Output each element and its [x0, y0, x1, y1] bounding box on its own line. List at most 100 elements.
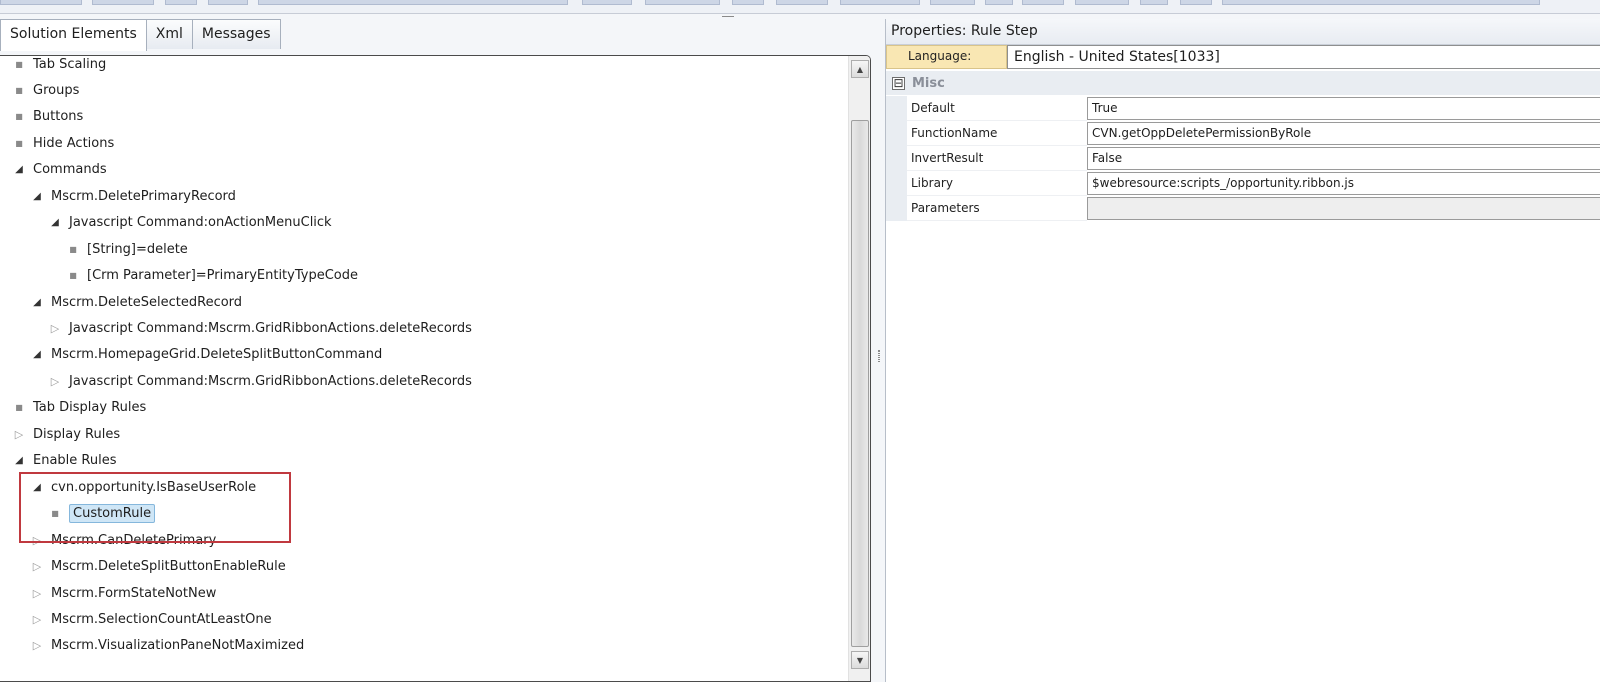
expanded-triangle-icon[interactable]: ◢ — [31, 297, 43, 308]
collapsed-triangle-icon[interactable]: ▷ — [31, 613, 43, 626]
leaf-dot-icon: ■ — [15, 112, 23, 122]
tree-node-label[interactable]: Javascript Command:Mscrm.GridRibbonActio… — [69, 374, 472, 389]
tree-node[interactable]: ◢ Mscrm.DeleteSelectedRecord — [31, 292, 242, 312]
collapsed-triangle-icon[interactable]: ▷ — [13, 428, 25, 441]
expanded-triangle-icon[interactable]: ◢ — [49, 217, 61, 228]
toolbar-segment — [776, 0, 828, 5]
highlight-annotation-box — [19, 472, 291, 543]
tree-node[interactable]: ◢ Javascript Command:onActionMenuClick — [49, 213, 332, 233]
toolbar-segment — [930, 0, 975, 5]
tab-messages[interactable]: Messages — [191, 19, 281, 49]
vertical-splitter-grip[interactable] — [878, 350, 880, 362]
toolbar-segment — [1140, 0, 1168, 5]
top-toolbar-strip — [0, 0, 1600, 14]
tree-node-label[interactable]: Groups — [33, 83, 79, 98]
tree-node[interactable]: ▷ Javascript Command:Mscrm.GridRibbonActi… — [49, 371, 472, 391]
property-gutter — [886, 146, 907, 171]
tab-xml[interactable]: Xml — [145, 19, 193, 49]
tree-node-label[interactable]: Display Rules — [33, 427, 120, 442]
toolbar-segment — [92, 0, 154, 5]
collapsed-triangle-icon[interactable]: ▷ — [31, 587, 43, 600]
tree-node-label[interactable]: [String]=delete — [87, 242, 188, 257]
tree-node-label[interactable]: Mscrm.DeleteSplitButtonEnableRule — [51, 559, 286, 574]
tree-node-label[interactable]: Javascript Command:Mscrm.GridRibbonActio… — [69, 321, 472, 336]
tree-node-label[interactable]: Mscrm.VisualizationPaneNotMaximized — [51, 638, 304, 653]
collapsed-triangle-icon[interactable]: ▷ — [31, 639, 43, 652]
expanded-triangle-icon[interactable]: ◢ — [31, 349, 43, 360]
properties-panel: Properties: Rule Step Language: English … — [885, 19, 1600, 682]
expanded-triangle-icon[interactable]: ◢ — [13, 164, 25, 175]
tree-node[interactable]: ■ Tab Scaling — [13, 56, 106, 74]
tree-node[interactable]: ▷ Display Rules — [13, 424, 120, 444]
toolbar-segment — [208, 0, 248, 5]
tree-node[interactable]: ◢ Mscrm.HomepageGrid.DeleteSplitButtonCom… — [31, 345, 382, 365]
toolbar-segment — [1022, 0, 1064, 5]
tree-node[interactable]: ▷ Mscrm.VisualizationPaneNotMaximized — [31, 636, 304, 656]
property-value-field[interactable]: CVN.getOppDeletePermissionByRole — [1087, 122, 1600, 145]
tree-node[interactable]: ◢ Enable Rules — [13, 451, 116, 471]
toolbar-segment — [0, 0, 82, 5]
toolbar-segment — [165, 0, 197, 5]
collapse-category-icon[interactable]: ⊟ — [892, 76, 905, 90]
tree-node-label[interactable]: Mscrm.HomepageGrid.DeleteSplitButtonComm… — [51, 347, 382, 362]
collapsed-triangle-icon[interactable]: ▷ — [49, 322, 61, 335]
properties-title: Properties: Rule Step — [886, 19, 1600, 45]
category-misc-row[interactable]: ⊟ Misc — [886, 71, 1600, 95]
tree-node-label[interactable]: Commands — [33, 162, 107, 177]
property-value-field[interactable]: False — [1087, 147, 1600, 170]
tree-node-label[interactable]: Javascript Command:onActionMenuClick — [69, 215, 332, 230]
property-row: Default True — [886, 96, 1600, 121]
tree-node[interactable]: ■ [Crm Parameter]=PrimaryEntityTypeCode — [67, 266, 358, 286]
tree-node-label[interactable]: Tab Display Rules — [33, 400, 146, 415]
tree-node-label[interactable]: Hide Actions — [33, 136, 114, 151]
tree-node-label[interactable]: Mscrm.DeleteSelectedRecord — [51, 295, 242, 310]
leaf-dot-icon: ■ — [15, 403, 23, 413]
tree-node[interactable]: ■ Buttons — [13, 107, 83, 127]
property-gutter — [886, 171, 907, 196]
property-row: Parameters — [886, 196, 1600, 221]
tree-node-label[interactable]: Enable Rules — [33, 453, 116, 468]
tab-solution-elements[interactable]: Solution Elements — [0, 19, 147, 51]
leaf-dot-icon: ■ — [15, 59, 23, 69]
property-value-field[interactable] — [1087, 197, 1600, 220]
tree-node[interactable]: ■ [String]=delete — [67, 239, 188, 259]
tree-node[interactable]: ◢ Commands — [13, 160, 107, 180]
toolbar-segment — [1180, 0, 1212, 5]
property-name: Parameters — [907, 196, 1087, 221]
tree-node-label[interactable]: Mscrm.FormStateNotNew — [51, 586, 216, 601]
expanded-triangle-icon[interactable]: ◢ — [31, 191, 43, 202]
tree-vertical-scrollbar[interactable]: ▲ ▼ — [848, 56, 870, 681]
tree-node[interactable]: ◢ Mscrm.DeletePrimaryRecord — [31, 186, 236, 206]
scroll-down-icon[interactable]: ▼ — [851, 651, 869, 669]
scroll-up-icon[interactable]: ▲ — [851, 60, 869, 78]
scrollbar-thumb[interactable] — [851, 120, 869, 647]
leaf-dot-icon: ■ — [69, 271, 77, 281]
property-row: InvertResult False — [886, 146, 1600, 171]
tree-node[interactable]: ▷ Mscrm.FormStateNotNew — [31, 583, 217, 603]
tree-node-label[interactable]: Mscrm.DeletePrimaryRecord — [51, 189, 236, 204]
tree-node[interactable]: ▷ Javascript Command:Mscrm.GridRibbonActi… — [49, 319, 472, 339]
category-name: Misc — [912, 75, 945, 91]
collapsed-triangle-icon[interactable]: ▷ — [49, 375, 61, 388]
language-field[interactable]: English - United States[1033] — [1007, 45, 1600, 69]
tree-node-label[interactable]: Mscrm.SelectionCountAtLeastOne — [51, 612, 272, 627]
tree-node[interactable]: ▷ Mscrm.DeleteSplitButtonEnableRule — [31, 557, 286, 577]
language-row: Language: English - United States[1033] — [886, 45, 1600, 69]
tree-node[interactable]: ■ Hide Actions — [13, 133, 114, 153]
expanded-triangle-icon[interactable]: ◢ — [13, 455, 25, 466]
property-value-field[interactable]: True — [1087, 97, 1600, 120]
leaf-dot-icon: ■ — [15, 138, 23, 148]
solution-elements-panel: ■ Tab Scaling ■ Groups ■ Buttons ■ Hide Actions… — [0, 55, 871, 682]
leaf-dot-icon: ■ — [69, 244, 77, 254]
tree-node[interactable]: ■ Tab Display Rules — [13, 398, 146, 418]
tree-node-label[interactable]: Buttons — [33, 109, 83, 124]
horizontal-splitter-grip[interactable] — [722, 16, 734, 17]
tree-node[interactable]: ▷ Mscrm.SelectionCountAtLeastOne — [31, 609, 272, 629]
collapsed-triangle-icon[interactable]: ▷ — [31, 560, 43, 573]
tree-node-label[interactable]: Tab Scaling — [33, 57, 106, 72]
property-gutter — [886, 96, 907, 121]
toolbar-segment — [840, 0, 920, 5]
tree-node-label[interactable]: [Crm Parameter]=PrimaryEntityTypeCode — [87, 268, 358, 283]
tree-node[interactable]: ■ Groups — [13, 80, 79, 100]
property-value-field[interactable]: $webresource:scripts_/opportunity.ribbon… — [1087, 172, 1600, 195]
